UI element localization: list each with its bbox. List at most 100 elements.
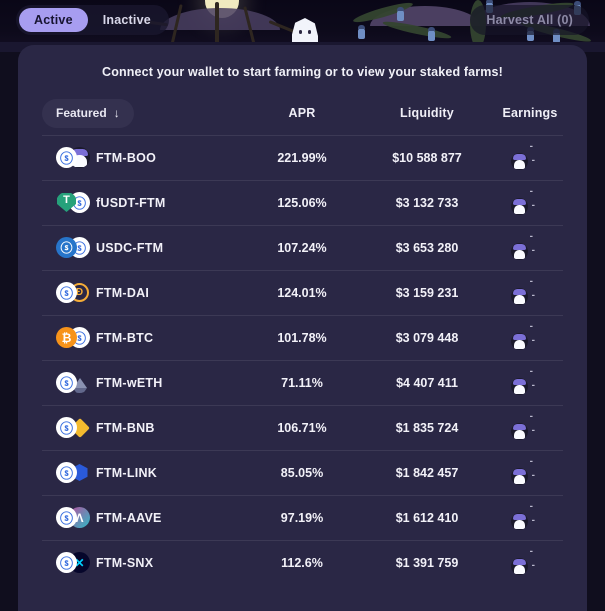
earnings-cell: -- bbox=[497, 406, 563, 451]
token-icon-ftm: ⓢ bbox=[56, 147, 77, 168]
column-header-earnings[interactable]: Earnings bbox=[497, 106, 563, 120]
boo-token-icon bbox=[510, 467, 528, 485]
token-icon-usdt: T bbox=[56, 192, 77, 213]
pair-name: FTM-SNX bbox=[96, 556, 154, 570]
tab-active-label: Active bbox=[34, 13, 73, 27]
table-row[interactable]: ⓢ FTM-BOO 221.99% $10 588 877- - bbox=[42, 135, 563, 180]
liquidity-value: $3 132 733 bbox=[395, 196, 459, 210]
token-pair-icons: ⓢ ✕ bbox=[56, 552, 90, 574]
table-row[interactable]: ⓢ FTM-wETH 71.11% $4 407 411- - bbox=[42, 360, 563, 405]
pair-name: FTM-LINK bbox=[96, 466, 158, 480]
token-icon-ftm: ⓢ bbox=[56, 507, 77, 528]
earnings-inner: -- bbox=[510, 500, 535, 530]
sort-featured-pill[interactable]: Featured ↓ bbox=[42, 98, 134, 128]
pair-name: fUSDT-FTM bbox=[96, 196, 166, 210]
earnings-token-amount: - bbox=[531, 425, 535, 436]
earnings-amount-row: - bbox=[510, 467, 535, 485]
pair-cell: ⓢ Λ FTM-AAVE bbox=[42, 507, 247, 529]
pair-cell: ⓢ ✕ FTM-SNX bbox=[42, 552, 247, 574]
earnings-cell: -- bbox=[497, 451, 563, 496]
farms-page: Active Inactive Harvest All (0) Connect … bbox=[0, 0, 605, 611]
status-tabs: Active Inactive bbox=[16, 5, 169, 35]
connect-wallet-message: Connect your wallet to start farming or … bbox=[102, 65, 503, 79]
earnings-usd-value: - bbox=[529, 365, 533, 377]
earnings-cell: -- bbox=[497, 496, 563, 541]
earnings-amount-row: - bbox=[510, 287, 535, 305]
token-icon-ftm: ⓢ bbox=[56, 552, 77, 573]
pair-name: FTM-DAI bbox=[96, 286, 150, 300]
earnings-inner: -- bbox=[510, 185, 535, 215]
earnings-inner: -- bbox=[510, 456, 535, 485]
column-header-liquidity[interactable]: Liquidity bbox=[357, 106, 497, 120]
token-pair-icons: ⓢ Λ bbox=[56, 507, 90, 529]
table-row[interactable]: ⓢ Đ FTM-DAI 124.01% $3 159 231- - bbox=[42, 270, 563, 315]
liquidity-value: $4 407 411 bbox=[396, 376, 458, 390]
earnings-inner: -- bbox=[510, 320, 535, 350]
earnings-cell: -- bbox=[497, 316, 563, 361]
earnings-amount-row: - bbox=[510, 377, 535, 395]
earnings-token-amount: - bbox=[531, 245, 535, 256]
earnings-token-amount: - bbox=[531, 200, 535, 211]
pair-cell: ⓢ ⓢ USDC-FTM bbox=[42, 237, 247, 259]
pair-cell: Tⓢ fUSDT-FTM bbox=[42, 192, 247, 214]
apr-value: 97.19% bbox=[280, 511, 324, 525]
earnings-usd-value: - bbox=[529, 230, 533, 242]
table-row[interactable]: ⓢ ✕ FTM-SNX 112.6% $1 391 759- - bbox=[42, 540, 563, 585]
table-row[interactable]: ⓢ Λ FTM-AAVE 97.19% $1 612 410- - bbox=[42, 495, 563, 540]
liquidity-value: $3 159 231 bbox=[395, 286, 459, 300]
boo-token-icon bbox=[510, 377, 528, 395]
table-row[interactable]: ₿ ⓢ FTM-BTC 101.78% $3 079 448- - bbox=[42, 315, 563, 360]
earnings-token-amount: - bbox=[531, 155, 535, 166]
harvest-all-button[interactable]: Harvest All (0) bbox=[470, 5, 589, 35]
earnings-cell: -- bbox=[497, 136, 563, 181]
boo-token-icon bbox=[510, 242, 528, 260]
pair-name: FTM-AAVE bbox=[96, 511, 162, 525]
earnings-usd-value: - bbox=[529, 545, 533, 557]
earnings-inner: -- bbox=[510, 230, 535, 260]
earnings-usd-value: - bbox=[529, 185, 533, 197]
earnings-amount-row: - bbox=[510, 512, 535, 530]
earnings-usd-value: - bbox=[529, 320, 533, 332]
token-pair-icons: ⓢ bbox=[56, 147, 90, 169]
tab-active[interactable]: Active bbox=[19, 8, 88, 32]
table-row[interactable]: ⓢ FTM-BNB 106.71% $1 835 724- - bbox=[42, 405, 563, 450]
arrow-down-icon: ↓ bbox=[113, 106, 120, 120]
liquidity-value: $10 588 877 bbox=[392, 151, 462, 165]
earnings-amount-row: - bbox=[510, 242, 535, 260]
boo-token-icon bbox=[510, 422, 528, 440]
pair-cell: ⓢ FTM-LINK bbox=[42, 462, 247, 484]
earnings-token-amount: - bbox=[531, 470, 535, 481]
pair-cell: ⓢ FTM-wETH bbox=[42, 372, 247, 394]
earnings-inner: -- bbox=[510, 545, 535, 575]
table-row[interactable]: ⓢ FTM-LINK 85.05% $1 842 457- - bbox=[42, 450, 563, 495]
pair-cell: ⓢ FTM-BOO bbox=[42, 147, 247, 169]
apr-value: 125.06% bbox=[277, 196, 327, 210]
token-icon-btc: ₿ bbox=[56, 327, 77, 348]
token-icon-usdc: ⓢ bbox=[56, 237, 77, 258]
boo-token-icon bbox=[510, 152, 528, 170]
earnings-cell: -- bbox=[497, 226, 563, 271]
earnings-amount-row: - bbox=[510, 152, 535, 170]
table-row[interactable]: Tⓢ fUSDT-FTM 125.06% $3 132 733- - bbox=[42, 180, 563, 225]
token-pair-icons: ⓢ bbox=[56, 417, 90, 439]
pair-name: USDC-FTM bbox=[96, 241, 164, 255]
liquidity-value: $1 391 759 bbox=[395, 556, 459, 570]
table-row[interactable]: ⓢ ⓢ USDC-FTM 107.24% $3 653 280- - bbox=[42, 225, 563, 270]
sort-featured-label: Featured bbox=[56, 106, 107, 120]
token-icon-ftm: ⓢ bbox=[56, 462, 77, 483]
boo-token-icon bbox=[510, 197, 528, 215]
pair-cell: ⓢ FTM-BNB bbox=[42, 417, 247, 439]
earnings-cell: -- bbox=[497, 271, 563, 316]
earnings-cell: -- bbox=[497, 361, 563, 406]
pair-cell: ₿ ⓢ FTM-BTC bbox=[42, 327, 247, 349]
earnings-usd-value: - bbox=[529, 500, 533, 512]
earnings-inner: -- bbox=[510, 276, 535, 305]
earnings-token-amount: - bbox=[531, 515, 535, 526]
table-header-row: Featured ↓ APR Liquidity Earnings bbox=[42, 96, 563, 130]
earnings-token-amount: - bbox=[531, 290, 535, 301]
token-pair-icons: ₿ ⓢ bbox=[56, 327, 90, 349]
token-pair-icons: Tⓢ bbox=[56, 192, 90, 214]
earnings-inner: -- bbox=[510, 365, 535, 395]
column-header-apr[interactable]: APR bbox=[247, 106, 357, 120]
tab-inactive[interactable]: Inactive bbox=[88, 8, 166, 32]
